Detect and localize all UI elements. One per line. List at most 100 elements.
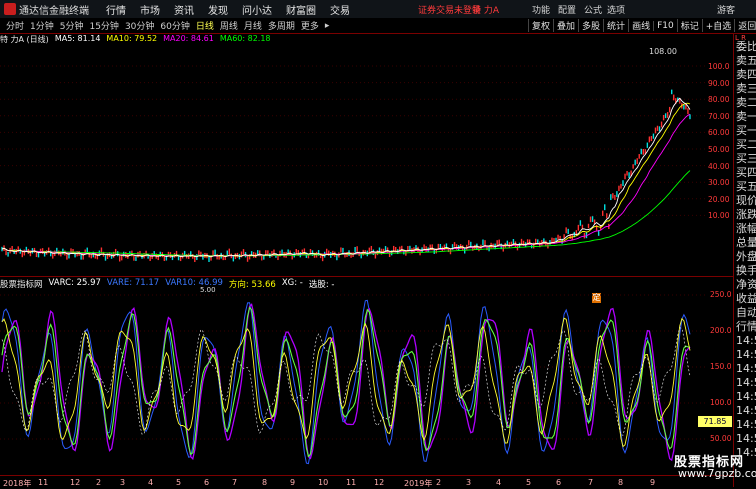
tab-15min[interactable]: 15分钟 — [89, 19, 118, 32]
tab-30min[interactable]: 30分钟 — [125, 19, 154, 32]
menu-item[interactable]: 交易 — [330, 2, 350, 17]
price-tick-label: 40.00 — [708, 161, 730, 171]
sidebar-item: 卖二 — [736, 96, 756, 109]
price-chart[interactable] — [0, 46, 733, 276]
tab-minute[interactable]: 分时 — [6, 19, 24, 32]
indicator-tick-label: 100.0 — [710, 398, 732, 407]
add-watchlist-button[interactable]: +自选 — [701, 19, 735, 32]
ma5-value: MA5: 81.14 — [54, 34, 101, 43]
peak-price-label: 108.00 — [649, 47, 677, 56]
sidebar-item: 14:5 — [736, 418, 756, 431]
f10-button[interactable]: F10 — [653, 20, 677, 31]
sidebar-item: 收益 — [736, 292, 756, 305]
overlay-button[interactable]: 叠加 — [553, 19, 578, 32]
date-tick-label: 2018年 — [3, 479, 32, 488]
date-tick-label: 11 — [346, 478, 357, 487]
menu-config[interactable]: 配置 — [558, 3, 576, 16]
menu-formula[interactable]: 公式 — [584, 3, 602, 16]
menu-item[interactable]: 财富圈 — [286, 2, 316, 17]
sidebar-item: 买五 — [736, 180, 756, 193]
sidebar-item: 14:5 — [736, 376, 756, 389]
sidebar-item: 外盘 — [736, 250, 756, 263]
indicator-tick-label: 150.0 — [710, 362, 732, 371]
sidebar-item: 买二 — [736, 138, 756, 151]
quote-sidebar: L R 委比 卖五 卖四 卖三 卖二 卖一 买一 买二 买三 买四 买五 现价 涨跌 涨幅 总量 外盘 换手 净资… — [733, 34, 756, 487]
sidebar-item[interactable]: 行情 — [736, 320, 756, 334]
sidebar-item: 14:5 — [736, 334, 756, 347]
date-tick-label: 11 — [38, 478, 49, 487]
date-tick-label: 5 — [176, 478, 182, 487]
sidebar-item: 14:5 — [736, 390, 756, 403]
tab-daily[interactable]: 日线 — [196, 19, 214, 32]
indicator-line — [1, 306, 691, 458]
indicator-tick-label: 200.0 — [710, 326, 732, 335]
menu-options[interactable]: 选项 — [607, 3, 625, 16]
back-button[interactable]: 返回 — [734, 19, 756, 32]
sidebar-item: 总量 — [736, 236, 756, 249]
sidebar-item: 14:5 — [736, 348, 756, 361]
sidebar-item: 涨幅 — [736, 222, 756, 235]
tab-5min[interactable]: 5分钟 — [60, 19, 84, 32]
indicator-legend: 股票指标网 VARC: 25.97 VARE: 71.17 VAR10: 46.… — [0, 276, 733, 290]
sidebar-item: 卖三 — [736, 82, 756, 95]
price-tick-label: 70.00 — [708, 111, 730, 121]
tab-multi-period[interactable]: 多周期 — [268, 19, 295, 32]
price-tick-label: 90.00 — [708, 78, 730, 88]
sidebar-item[interactable]: 自动 — [736, 306, 756, 320]
sidebar-item: 买四 — [736, 166, 756, 179]
date-tick-label: 3 — [120, 478, 126, 487]
tab-weekly[interactable]: 周线 — [220, 19, 238, 32]
date-tick-label: 3 — [466, 478, 472, 487]
draw-line-button[interactable]: 画线 — [628, 19, 653, 32]
tab-60min[interactable]: 60分钟 — [160, 19, 189, 32]
more-arrow-icon[interactable]: ▸ — [325, 21, 330, 31]
tab-1min[interactable]: 1分钟 — [30, 19, 54, 32]
multi-stock-button[interactable]: 多股 — [578, 19, 603, 32]
menu-item[interactable]: 问小达 — [242, 2, 272, 17]
date-tick-label: 8 — [262, 478, 268, 487]
watermark-url: www.7gpzb.com — [678, 467, 756, 480]
sidebar-item: 买一 — [736, 124, 756, 137]
ma10-value: MA10: 79.52 — [106, 34, 158, 43]
menu-item[interactable]: 市场 — [140, 2, 160, 17]
indicator-line — [1, 303, 691, 462]
sidebar-item: 卖四 — [736, 68, 756, 81]
date-tick-label: 8 — [618, 478, 624, 487]
date-tick-label: 7 — [232, 478, 238, 487]
menu-item[interactable]: 发现 — [208, 2, 228, 17]
indicator-value-label: 71.85 — [698, 416, 732, 427]
date-axis: 2018年 11 12 2 3 4 5 6 7 8 9 10 11 12 2019年 2 3 4 5 6 7 8 9 — [0, 475, 733, 488]
date-tick-label: 6 — [204, 478, 210, 487]
price-tick-label: 60.00 — [708, 128, 730, 138]
sidebar-item: 14:5 — [736, 362, 756, 375]
stats-button[interactable]: 统计 — [603, 19, 628, 32]
price-tick-label: 100.0 — [708, 62, 730, 71]
sidebar-item: 现价 — [736, 194, 756, 207]
period-tab-bar: 分时 1分钟 5分钟 15分钟 30分钟 60分钟 日线 周线 月线 多周期 更… — [0, 18, 756, 34]
sidebar-item: 卖五 — [736, 54, 756, 67]
mark-button[interactable]: 标记 — [676, 19, 702, 32]
guest-label[interactable]: 游客 — [717, 3, 735, 16]
date-tick-label: 2 — [96, 478, 102, 487]
price-tick-label: 20.00 — [708, 194, 730, 204]
menu-item[interactable]: 行情 — [106, 2, 126, 17]
ma20-value: MA20: 84.61 — [163, 34, 214, 43]
ma-legend: 特 力A (日线) MA5: 81.14 MA10: 79.52 MA20: 8… — [0, 34, 277, 46]
chart-stock-name: 特 力A (日线) — [0, 35, 49, 44]
menu-item[interactable]: 资讯 — [174, 2, 194, 17]
date-tick-label: 2 — [436, 478, 442, 487]
indicator-chart[interactable] — [0, 289, 733, 475]
indicator-tick-label: 50.00 — [710, 434, 732, 443]
sidebar-item: 14:5 — [736, 432, 756, 445]
stock-name: 特 力A — [472, 5, 500, 16]
date-tick-label: 6 — [556, 478, 562, 487]
tab-more[interactable]: 更多 — [301, 19, 319, 32]
fuquan-button[interactable]: 复权 — [528, 19, 553, 32]
tab-monthly[interactable]: 月线 — [244, 19, 262, 32]
sidebar-item: 委比 — [736, 40, 756, 53]
sidebar-item: 买三 — [736, 152, 756, 165]
price-tick-label: 50.00 — [708, 145, 730, 154]
ma60-value: MA60: 82.18 — [219, 34, 271, 43]
menu-function[interactable]: 功能 — [532, 3, 550, 16]
app-title: 通达信金融终端 — [19, 5, 89, 17]
